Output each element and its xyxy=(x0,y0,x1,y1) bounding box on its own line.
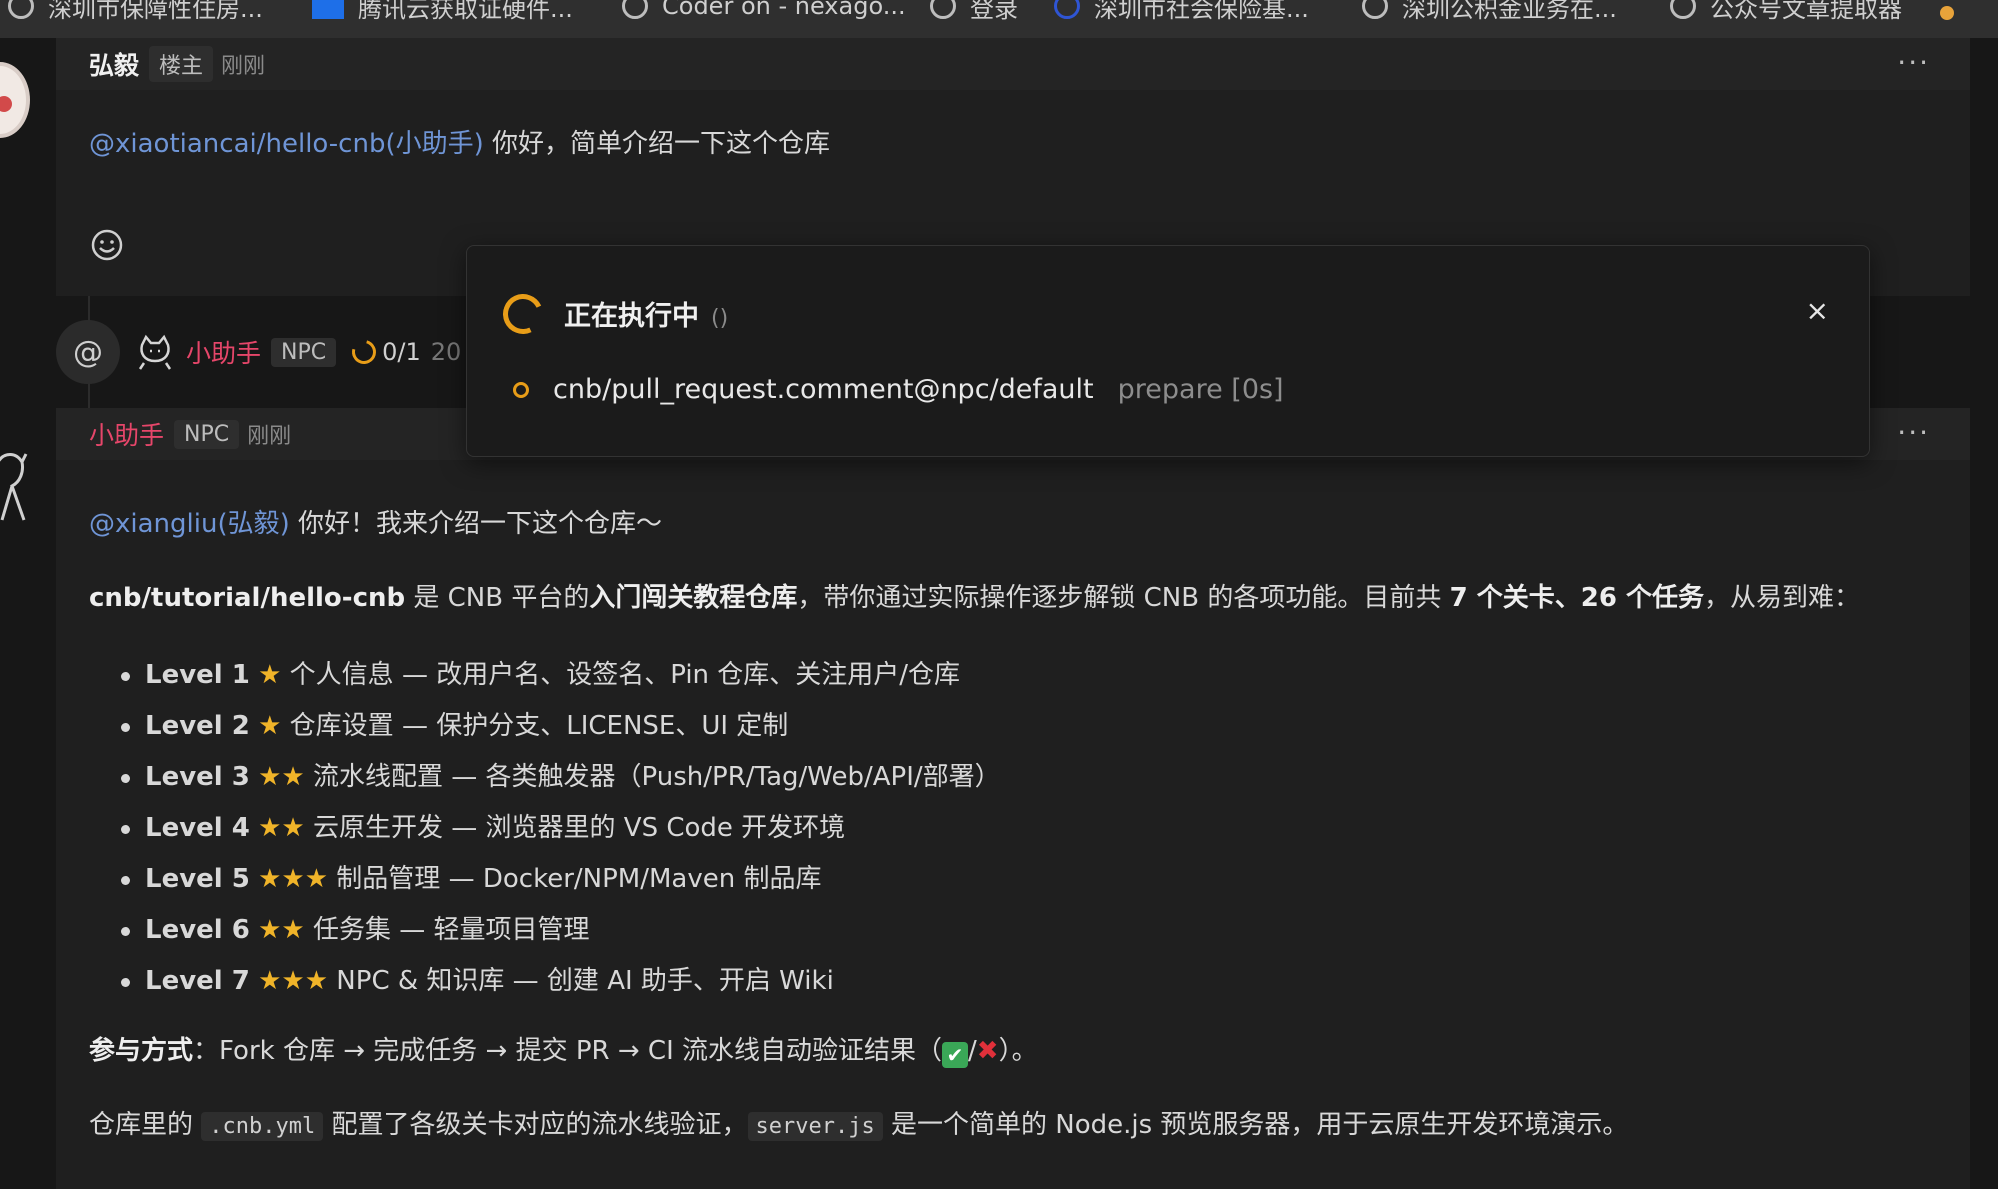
more-options-button[interactable]: ··· xyxy=(1897,46,1930,79)
globe-icon xyxy=(1670,0,1696,19)
timeline-event: 小助手 NPC 0/1 20 xyxy=(136,330,461,374)
levels-list: Level 1 ★ 个人信息 — 改用户名、设签名、Pin 仓库、关注用户/仓库… xyxy=(89,650,1949,1007)
pipeline-job-row[interactable]: cnb/pull_request.comment@npc/default pre… xyxy=(513,374,1284,405)
comment-time: 刚刚 xyxy=(247,424,292,449)
emoji-reaction-icon[interactable] xyxy=(90,228,124,262)
list-item: Level 7 ★★★ NPC & 知识库 — 创建 AI 助手、开启 Wiki xyxy=(119,956,1949,1007)
job-status: prepare [0s] xyxy=(1117,374,1284,405)
bookmark-item[interactable]: 登录 xyxy=(930,0,1018,23)
globe-icon xyxy=(930,0,956,19)
globe-icon xyxy=(622,0,648,19)
list-item: Level 5 ★★★ 制品管理 — Docker/NPM/Maven 制品库 xyxy=(119,854,1949,905)
bookmark-item[interactable]: 深圳公积金业务在... xyxy=(1362,0,1617,23)
bookmark-item[interactable] xyxy=(1940,0,1954,28)
progress-count[interactable]: 0/1 xyxy=(382,338,421,366)
npc-cat-icon xyxy=(138,334,172,370)
npc-badge: NPC xyxy=(174,419,240,449)
globe-icon xyxy=(8,0,34,19)
bookmark-item[interactable]: Coder on - nexago... xyxy=(622,0,906,21)
files-paragraph: 仓库里的 .cnb.yml 配置了各级关卡对应的流水线验证， server.js … xyxy=(89,1110,1629,1141)
comment-card: 小助手 NPC 刚刚 ··· @xiangliu(弘毅) 你好！我来介绍一下这个… xyxy=(56,408,1970,1189)
left-gutter xyxy=(0,38,56,1189)
event-time: 20 xyxy=(430,338,462,366)
star-icon: ★★ xyxy=(258,813,305,843)
comment-author[interactable]: 弘毅 xyxy=(89,46,139,82)
execution-status-popup: 正在执行中() × cnb/pull_request.comment@npc/d… xyxy=(466,245,1870,457)
npc-avatar-icon[interactable] xyxy=(0,446,28,526)
list-item: Level 2 ★ 仓库设置 — 保护分支、LICENSE、UI 定制 xyxy=(119,701,1949,752)
popup-title: 正在执行中() xyxy=(564,301,729,332)
bookmark-item[interactable]: 腾讯云获取证硬件... xyxy=(312,0,573,23)
check-mark-icon: ✔ xyxy=(942,1042,969,1068)
bookmark-item[interactable]: 公众号文章提取器 xyxy=(1670,0,1902,23)
intro-paragraph: cnb/tutorial/hello-cnb 是 CNB 平台的入门闯关教程仓库… xyxy=(89,583,1861,613)
globe-icon xyxy=(1362,0,1388,19)
participation-paragraph: 参与方式：Fork 仓库 → 完成任务 → 提交 PR → CI 流水线自动验证… xyxy=(89,1036,1038,1068)
bookmarks-bar: 深圳市保障性住房... 腾讯云获取证硬件... Coder on - nexag… xyxy=(0,0,1998,38)
job-name[interactable]: cnb/pull_request.comment@npc/default xyxy=(553,374,1094,405)
avatar[interactable] xyxy=(0,62,30,138)
list-item: Level 6 ★★ 任务集 — 轻量项目管理 xyxy=(119,905,1949,956)
cross-mark-icon: ✖ xyxy=(976,1036,999,1066)
comment-author[interactable]: 小助手 xyxy=(89,416,164,452)
mention-link[interactable]: @xiangliu(弘毅) xyxy=(89,509,290,539)
globe-icon xyxy=(1054,0,1080,19)
comment-time: 刚刚 xyxy=(221,54,266,79)
loading-spinner-icon xyxy=(497,288,549,340)
at-mention-icon: @ xyxy=(56,320,120,384)
close-icon[interactable]: × xyxy=(1806,294,1829,327)
comment-body: @xiangliu(弘毅) 你好！我来介绍一下这个仓库～ cnb/tutoria… xyxy=(89,502,1949,1179)
owner-badge: 楼主 xyxy=(149,46,214,82)
star-icon: ★ xyxy=(258,660,282,690)
star-icon: ★★ xyxy=(258,762,305,792)
more-options-button[interactable]: ··· xyxy=(1897,416,1930,449)
bookmark-favicon-icon xyxy=(1940,6,1954,20)
bookmark-item[interactable]: 深圳市保障性住房... xyxy=(8,0,263,23)
star-icon: ★★★ xyxy=(258,864,329,894)
star-icon: ★ xyxy=(258,711,282,741)
loading-spinner-icon xyxy=(347,335,381,369)
mention-link[interactable]: @xiaotiancai/hello-cnb(小助手) xyxy=(89,129,484,159)
inline-code: .cnb.yml xyxy=(201,1112,324,1141)
inline-code: server.js xyxy=(747,1112,883,1141)
status-pending-icon xyxy=(513,381,529,398)
event-actor[interactable]: 小助手 xyxy=(186,334,261,370)
greeting-paragraph: @xiangliu(弘毅) 你好！我来介绍一下这个仓库～ xyxy=(89,509,663,539)
comment-header: 弘毅 楼主 刚刚 ··· xyxy=(56,38,1970,90)
star-icon: ★★ xyxy=(258,915,305,945)
list-item: Level 3 ★★ 流水线配置 — 各类触发器（Push/PR/Tag/Web… xyxy=(119,752,1949,803)
npc-badge: NPC xyxy=(271,337,337,367)
list-item: Level 4 ★★ 云原生开发 — 浏览器里的 VS Code 开发环境 xyxy=(119,803,1949,854)
star-icon: ★★★ xyxy=(258,966,329,996)
bookmark-item[interactable]: 深圳市社会保险基... xyxy=(1054,0,1309,23)
list-item: Level 1 ★ 个人信息 — 改用户名、设签名、Pin 仓库、关注用户/仓库 xyxy=(119,650,1949,701)
tencent-cloud-icon xyxy=(312,0,344,19)
comment-body: @xiaotiancai/hello-cnb(小助手) 你好，简单介绍一下这个仓… xyxy=(89,129,831,159)
